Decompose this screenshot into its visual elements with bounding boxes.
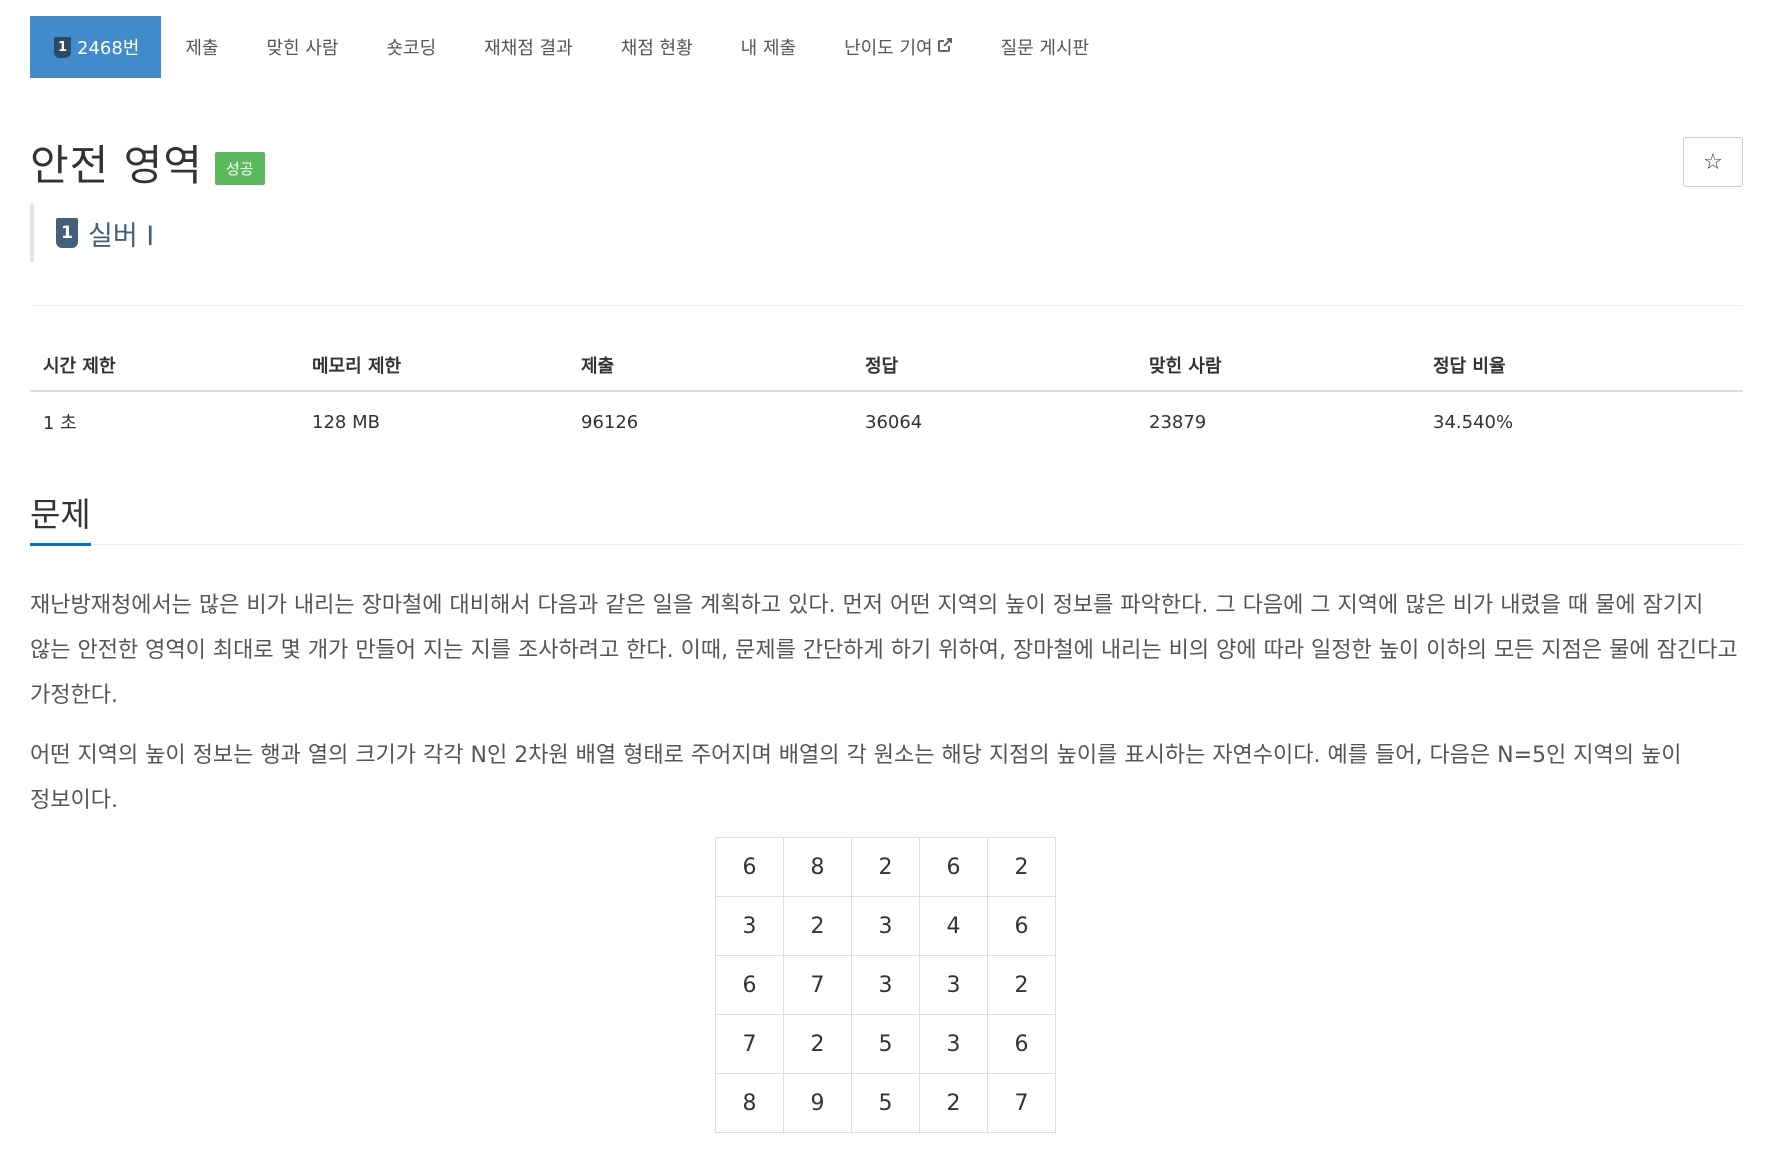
grid-row: 6 8 2 6 2	[715, 837, 1056, 897]
grid-cell: 8	[783, 837, 852, 897]
value-memory-limit: 128 MB	[312, 411, 380, 433]
grid-cell: 3	[851, 896, 920, 956]
tab-solved-users[interactable]: 맞힌 사람	[243, 16, 363, 78]
status-badge: 성공	[214, 152, 265, 185]
tab-judge-status[interactable]: 채점 현황	[597, 16, 717, 78]
problem-title-row: 안전 영역 성공	[30, 132, 265, 193]
grid-row: 8 9 5 2 7	[715, 1073, 1056, 1133]
favorite-star-button[interactable]: ☆	[1683, 137, 1743, 187]
grid-cell: 2	[851, 837, 920, 897]
tab-difficulty-contribution[interactable]: 난이도 기여	[820, 16, 977, 78]
header-time-limit: 시간 제한	[30, 340, 299, 392]
description-paragraph: 재난방재청에서는 많은 비가 내리는 장마철에 대비해서 다음과 같은 일을 계…	[30, 593, 1738, 708]
tab-short-coding[interactable]: 숏코딩	[362, 16, 460, 78]
header-submissions: 제출	[568, 340, 852, 392]
silver-tier-icon: 1	[56, 218, 78, 248]
grid-cell: 3	[919, 955, 988, 1015]
grid-cell: 6	[919, 837, 988, 897]
tab-difficulty-contribution-label: 난이도 기여	[844, 38, 933, 59]
problem-section-header: 문제	[30, 488, 1743, 546]
tab-submit-label: 제출	[185, 38, 219, 59]
description-paragraph: 어떤 지역의 높이 정보는 행과 열의 크기가 각각 N인 2차원 배열 형태로…	[30, 743, 1682, 813]
info-header-row: 시간 제한 메모리 제한 제출 정답 맞힌 사람 정답 비율	[30, 340, 1743, 392]
tab-short-coding-label: 숏코딩	[386, 38, 437, 59]
value-accept-ratio: 34.540%	[1433, 411, 1514, 433]
header-memory-limit: 메모리 제한	[299, 340, 568, 392]
grid-cell: 6	[987, 1014, 1056, 1074]
tab-my-submissions[interactable]: 내 제출	[717, 16, 820, 78]
tab-question-board-label: 질문 게시판	[1000, 38, 1090, 59]
grid-row: 3 2 3 4 6	[715, 896, 1056, 956]
problem-nav-tabs: 1 2468번 제출 맞힌 사람 숏코딩 재채점 결과 채점 현황 내 제출 난…	[30, 16, 1113, 78]
value-time-limit: 1 초	[43, 413, 77, 434]
value-solved-users: 23879	[1149, 411, 1207, 433]
tab-solved-users-label: 맞힌 사람	[266, 38, 339, 59]
tab-problem[interactable]: 1 2468번	[30, 16, 162, 78]
grid-cell: 6	[715, 837, 784, 897]
silver-tier-icon: 1	[54, 36, 71, 58]
info-value-row: 1 초 128 MB 96126 36064 23879 34.540%	[30, 391, 1743, 452]
grid-cell: 8	[715, 1073, 784, 1133]
tier-label: 실버 I	[88, 220, 155, 252]
grid-cell: 2	[783, 1014, 852, 1074]
grid-row: 7 2 5 3 6	[715, 1014, 1056, 1074]
problem-description: 재난방재청에서는 많은 비가 내리는 장마철에 대비해서 다음과 같은 일을 계…	[30, 583, 1743, 838]
grid-cell: 7	[715, 1014, 784, 1074]
external-link-icon	[937, 37, 953, 58]
value-submissions: 96126	[581, 411, 639, 433]
grid-cell: 4	[919, 896, 988, 956]
grid-cell: 5	[851, 1014, 920, 1074]
grid-cell: 7	[783, 955, 852, 1015]
grid-cell: 6	[987, 896, 1056, 956]
header-solved-users: 맞힌 사람	[1136, 340, 1420, 392]
star-icon: ☆	[1703, 149, 1723, 175]
grid-row: 6 7 3 3 2	[715, 955, 1056, 1015]
tab-question-board[interactable]: 질문 게시판	[977, 16, 1114, 78]
tab-submit[interactable]: 제출	[161, 16, 242, 78]
problem-info-table: 시간 제한 메모리 제한 제출 정답 맞힌 사람 정답 비율 1 초 128 M…	[30, 340, 1743, 452]
section-title: 문제	[30, 488, 91, 546]
height-grid-table: 6 8 2 6 2 3 2 3 4 6 6 7 3 3 2 7 2 5 3 6 …	[715, 837, 1056, 1133]
grid-cell: 7	[987, 1073, 1056, 1133]
tab-my-submissions-label: 내 제출	[740, 38, 797, 59]
header-accepted: 정답	[852, 340, 1136, 392]
header-accept-ratio: 정답 비율	[1420, 340, 1743, 392]
grid-cell: 2	[783, 896, 852, 956]
value-accepted: 36064	[865, 411, 923, 433]
grid-cell: 5	[851, 1073, 920, 1133]
grid-cell: 2	[919, 1073, 988, 1133]
grid-cell: 6	[715, 955, 784, 1015]
tab-problem-label: 2468번	[77, 38, 140, 59]
grid-cell: 2	[987, 955, 1056, 1015]
grid-cell: 2	[987, 837, 1056, 897]
grid-cell: 3	[851, 955, 920, 1015]
tab-rejudge-results[interactable]: 재채점 결과	[460, 16, 597, 78]
tab-judge-status-label: 채점 현황	[620, 38, 693, 59]
grid-cell: 3	[715, 896, 784, 956]
divider	[30, 305, 1743, 306]
problem-tier: 1 실버 I	[30, 204, 154, 262]
problem-title: 안전 영역	[30, 141, 203, 190]
grid-cell: 3	[919, 1014, 988, 1074]
grid-cell: 9	[783, 1073, 852, 1133]
problem-page: 1 2468번 제출 맞힌 사람 숏코딩 재채점 결과 채점 현황 내 제출 난…	[0, 0, 1765, 1149]
tab-rejudge-results-label: 재채점 결과	[484, 38, 573, 59]
